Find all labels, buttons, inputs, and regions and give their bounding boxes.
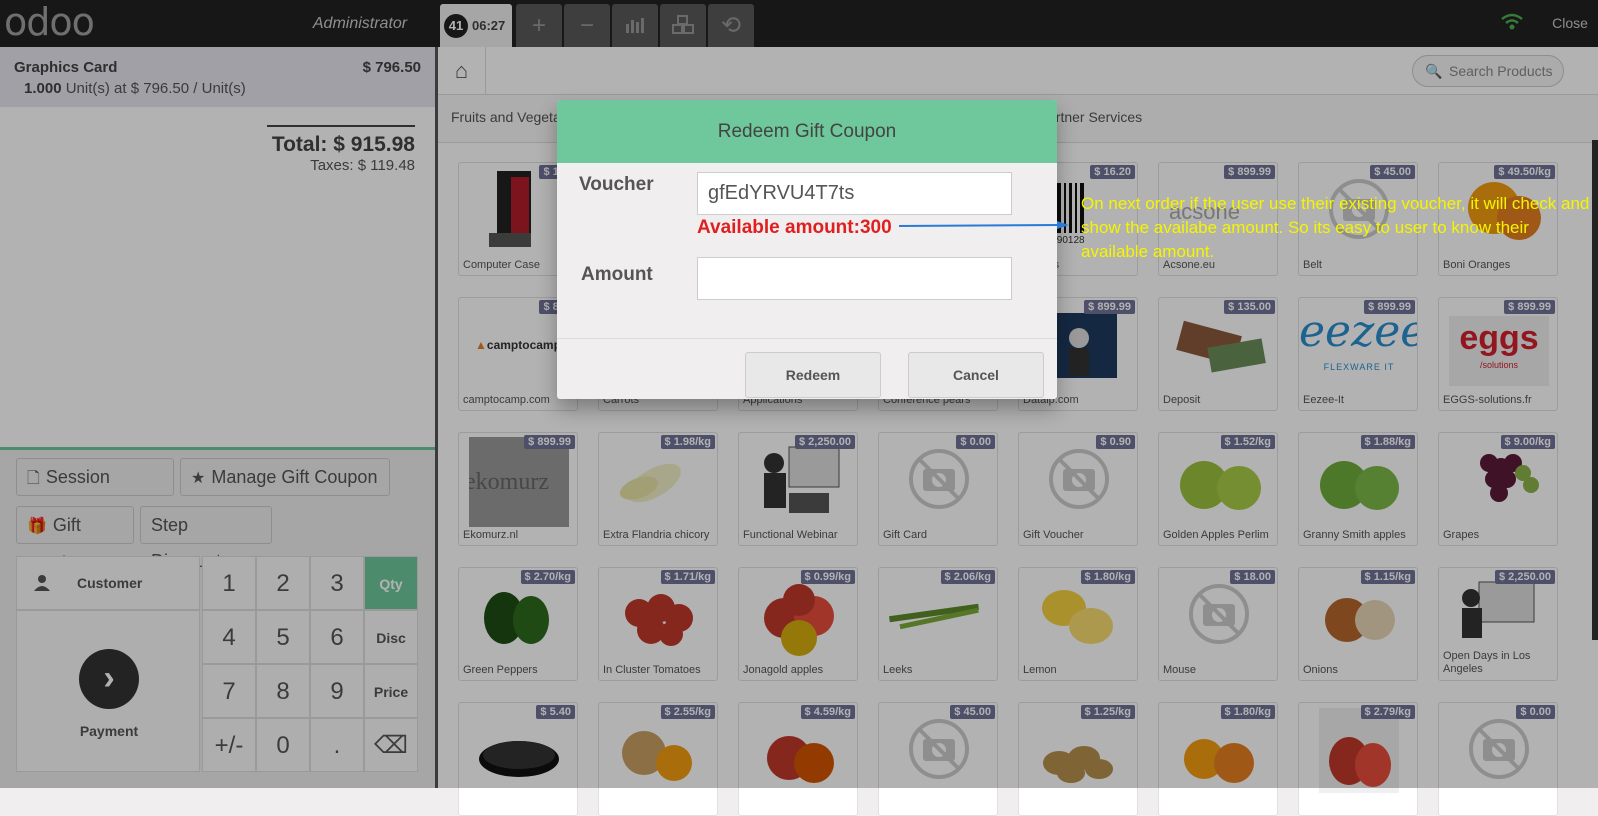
redeem-button[interactable]: Redeem (745, 352, 881, 398)
amount-input[interactable] (697, 257, 1012, 300)
cancel-button[interactable]: Cancel (908, 352, 1044, 398)
annotation-text: On next order if the user use their exis… (1081, 194, 1590, 261)
dialog-footer-divider (557, 338, 1057, 339)
voucher-label: Voucher (579, 174, 654, 195)
annotation-arrow (899, 221, 1069, 229)
voucher-input[interactable]: gfEdYRVU4T7ts (697, 172, 1012, 215)
dialog-title: Redeem Gift Coupon (557, 100, 1057, 163)
available-amount-text: Available amount:300 (697, 217, 892, 238)
amount-label: Amount (581, 264, 653, 285)
redeem-gift-coupon-dialog: Redeem Gift Coupon Voucher gfEdYRVU4T7ts… (557, 100, 1057, 399)
